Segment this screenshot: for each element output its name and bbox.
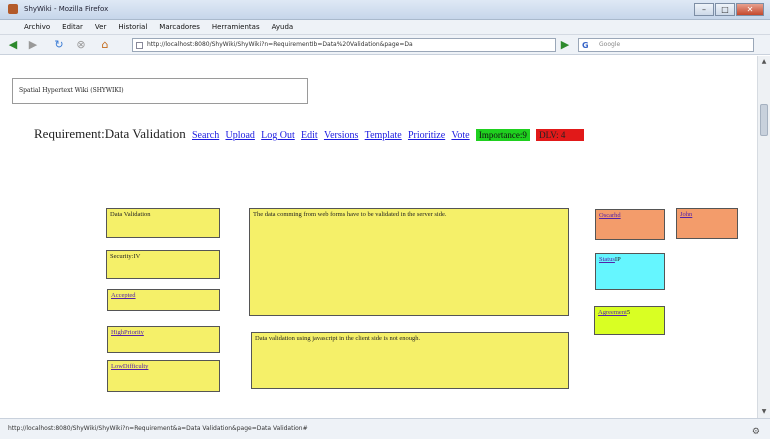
page-favicon: [136, 42, 143, 49]
note-john[interactable]: John: [676, 208, 738, 239]
close-button[interactable]: ✕: [736, 3, 764, 16]
stop-icon[interactable]: ⊗: [74, 38, 88, 52]
menu-marcadores[interactable]: Marcadores: [159, 23, 200, 31]
reload-icon[interactable]: ↻: [52, 38, 66, 52]
note-box[interactable]: Data validation using javascript in the …: [251, 332, 569, 389]
requirement-header: Requirement:Data Validation Search Uploa…: [34, 126, 585, 142]
minimize-button[interactable]: –: [694, 3, 714, 16]
note-data-validation[interactable]: Data Validation: [106, 208, 220, 238]
menu-ayuda[interactable]: Ayuda: [272, 23, 294, 31]
john-link[interactable]: John: [680, 211, 692, 218]
logout-link[interactable]: Log Out: [261, 130, 295, 141]
google-icon: G: [582, 41, 589, 50]
search-link[interactable]: Search: [192, 130, 219, 141]
agreement-link[interactable]: Agreement: [598, 309, 627, 316]
menu-ver[interactable]: Ver: [95, 23, 106, 31]
edit-link[interactable]: Edit: [301, 130, 318, 141]
scroll-up-icon[interactable]: ▲: [760, 58, 768, 66]
status-bar: http://localhost:8080/ShyWiki/ShyWiki?n=…: [0, 418, 770, 439]
menu-archivo[interactable]: Archivo: [24, 23, 50, 31]
menubar: Archivo Editar Ver Historial Marcadores …: [0, 20, 770, 35]
low-difficulty-link[interactable]: LowDifficulty: [111, 363, 148, 370]
note-low-difficulty[interactable]: LowDifficulty: [107, 360, 220, 392]
maximize-button[interactable]: □: [715, 3, 735, 16]
template-link[interactable]: Template: [365, 130, 402, 141]
scroll-thumb[interactable]: [760, 104, 768, 136]
prioritize-link[interactable]: Prioritize: [408, 130, 445, 141]
status-value: IP: [614, 256, 621, 263]
navigation-toolbar: ◀ ▶ ↻ ⊗ ⌂ http://localhost:8080/ShyWiki/…: [0, 35, 770, 55]
wiki-name-box: Spatial Hypertext Wiki (SHYWIKI): [12, 78, 308, 104]
status-text: http://localhost:8080/ShyWiki/ShyWiki?n=…: [8, 425, 308, 432]
url-input[interactable]: http://localhost:8080/ShyWiki/ShyWiki?n=…: [132, 38, 556, 52]
note-status[interactable]: StatusIP: [595, 253, 665, 290]
note-text: Data validation using javascript in the …: [255, 335, 421, 342]
forward-icon[interactable]: ▶: [26, 38, 40, 52]
back-icon[interactable]: ◀: [6, 38, 20, 52]
high-priority-link[interactable]: HighPriority: [111, 329, 144, 336]
note-accepted[interactable]: Accepted: [107, 289, 220, 311]
description-box[interactable]: The data comming from web forms have to …: [249, 208, 569, 316]
upload-link[interactable]: Upload: [225, 130, 254, 141]
note-label: Security:IV: [110, 253, 141, 260]
window-controls: – □ ✕: [693, 3, 764, 16]
search-input[interactable]: G Google: [578, 38, 754, 52]
firefox-icon: [8, 4, 18, 14]
page-title: Requirement:Data Validation: [34, 126, 186, 141]
gear-icon[interactable]: ⚙: [752, 422, 760, 439]
scroll-down-icon[interactable]: ▼: [760, 408, 768, 416]
description-text: The data comming from web forms have to …: [253, 211, 447, 218]
agreement-value: 5: [626, 309, 631, 316]
home-icon[interactable]: ⌂: [98, 38, 112, 52]
vote-link[interactable]: Vote: [451, 130, 469, 141]
importance-badge: Importance:9: [475, 129, 530, 141]
note-label: Data Validation: [110, 211, 151, 218]
go-icon[interactable]: ▶: [558, 38, 572, 52]
note-high-priority[interactable]: HighPriority: [107, 326, 220, 353]
window-titlebar: ShyWiki - Mozilla Firefox – □ ✕: [0, 0, 770, 20]
note-agreement[interactable]: Agreement5: [594, 306, 665, 335]
oscarhd-link[interactable]: Oscarhd: [599, 212, 621, 219]
status-link[interactable]: Status: [599, 256, 615, 263]
vertical-scrollbar[interactable]: ▲ ▼: [757, 56, 770, 418]
page-content: Spatial Hypertext Wiki (SHYWIKI) Require…: [0, 56, 757, 418]
menu-historial[interactable]: Historial: [118, 23, 147, 31]
versions-link[interactable]: Versions: [324, 130, 358, 141]
dlv-badge: DLV: 4: [536, 129, 585, 141]
window-title: ShyWiki - Mozilla Firefox: [24, 5, 109, 13]
note-security[interactable]: Security:IV: [106, 250, 220, 279]
search-placeholder: Google: [599, 41, 621, 48]
menu-editar[interactable]: Editar: [62, 23, 83, 31]
menu-herramientas[interactable]: Herramientas: [212, 23, 260, 31]
accepted-link[interactable]: Accepted: [111, 292, 136, 299]
url-text: http://localhost:8080/ShyWiki/ShyWiki?n=…: [147, 41, 413, 48]
note-oscarhd[interactable]: Oscarhd: [595, 209, 665, 240]
